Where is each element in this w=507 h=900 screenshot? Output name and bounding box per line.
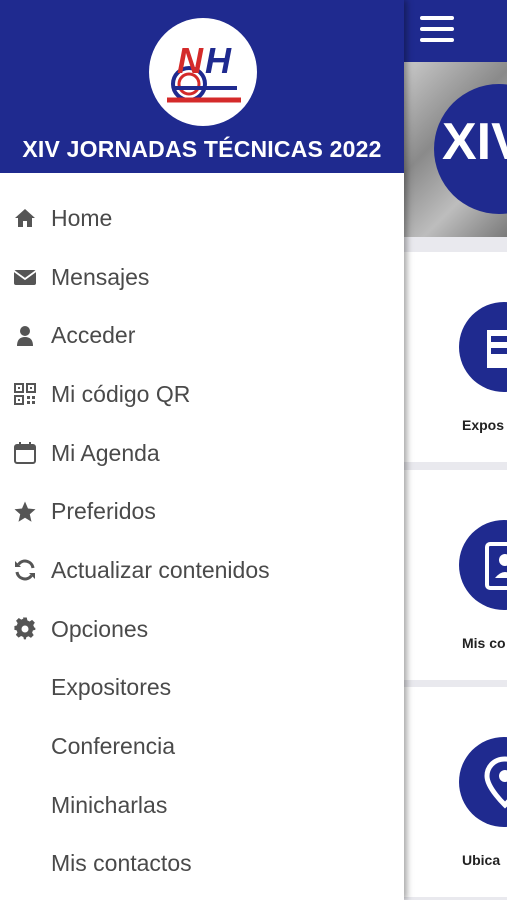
menu-item-label: Minicharlas <box>51 791 168 818</box>
menu-item-label: Mis contactos <box>51 850 192 877</box>
menu-item-agenda[interactable]: Mi Agenda <box>0 424 404 483</box>
svg-text:N: N <box>177 40 204 81</box>
menu-item-label: Mi código QR <box>51 380 191 407</box>
menu-item-label: Preferidos <box>51 498 156 525</box>
menu-item-label: Home <box>51 204 113 231</box>
contacts-icon <box>459 520 507 610</box>
drawer-header: N H XIV JORNADAS TÉCNICAS 2022 <box>0 0 404 173</box>
menu-item-label: Opciones <box>51 615 149 642</box>
tile-mis-contactos[interactable]: Mis co <box>404 470 507 680</box>
envelope-icon <box>12 264 38 290</box>
menu-item-label: Acceder <box>51 322 136 349</box>
hamburger-menu-icon[interactable] <box>420 16 454 44</box>
navigation-drawer: N H XIV JORNADAS TÉCNICAS 2022 Home Mens… <box>0 0 404 900</box>
app-title: XIV JORNADAS TÉCNICAS 2022 <box>22 136 382 162</box>
menu-item-label: Expositores <box>51 674 172 701</box>
tile-label: Mis co <box>462 635 506 651</box>
refresh-icon <box>12 557 38 583</box>
nh-logo-icon: N H <box>167 40 241 103</box>
menu-item-actualizar[interactable]: Actualizar contenidos <box>0 541 404 600</box>
qr-code-icon <box>12 381 38 407</box>
drawer-menu: Home Mensajes Acceder Mi código QR Mi Ag… <box>0 189 404 893</box>
menu-item-label: Mensajes <box>51 263 150 290</box>
home-icon <box>12 205 38 231</box>
tile-label: Expos <box>462 417 505 433</box>
menu-item-preferidos[interactable]: Preferidos <box>0 482 404 541</box>
location-icon <box>459 737 507 827</box>
menu-item-opciones[interactable]: Opciones <box>0 600 404 659</box>
menu-item-qr[interactable]: Mi código QR <box>0 365 404 424</box>
tile-expositores[interactable]: Expos <box>404 252 507 462</box>
menu-item-home[interactable]: Home <box>0 189 404 248</box>
menu-item-mensajes[interactable]: Mensajes <box>0 248 404 307</box>
menu-item-expositores[interactable]: Expositores <box>0 659 404 718</box>
menu-item-minicharlas[interactable]: Minicharlas <box>0 776 404 835</box>
menu-item-acceder[interactable]: Acceder <box>0 306 404 365</box>
banner-text: XIV <box>442 113 507 171</box>
menu-item-mis-contactos[interactable]: Mis contactos <box>0 835 404 894</box>
menu-item-conferencia[interactable]: Conferencia <box>0 717 404 776</box>
calendar-icon <box>12 440 38 466</box>
menu-item-label: Mi Agenda <box>51 439 160 466</box>
star-icon <box>12 499 38 525</box>
exhibitor-icon <box>459 302 507 392</box>
menu-item-label: Conferencia <box>51 733 176 760</box>
event-banner: XIV <box>404 62 507 237</box>
tile-ubicacion[interactable]: Ubica <box>404 687 507 897</box>
gear-icon <box>12 616 38 642</box>
tile-label: Ubica <box>462 852 501 868</box>
app-logo: N H <box>149 18 257 126</box>
svg-text:H: H <box>205 40 232 81</box>
menu-item-label: Actualizar contenidos <box>51 556 270 583</box>
user-icon <box>12 323 38 349</box>
